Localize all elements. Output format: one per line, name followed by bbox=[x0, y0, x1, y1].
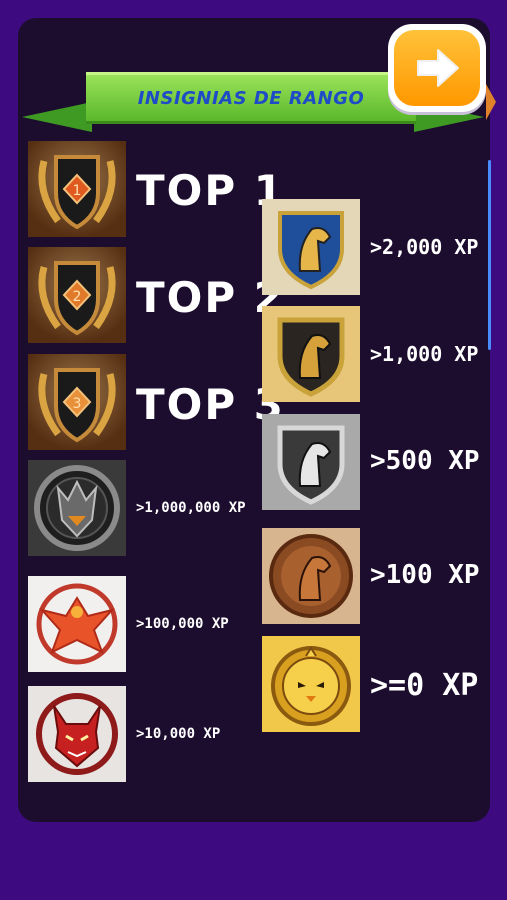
rank-label-1000000-xp: >1,000,000 XP bbox=[136, 500, 246, 516]
gold-horse-shield-icon bbox=[262, 306, 360, 402]
badge-1000000-xp bbox=[28, 460, 126, 556]
badge-2000-xp bbox=[262, 199, 360, 295]
rank-label-10000-xp: >10,000 XP bbox=[136, 726, 221, 742]
arrow-right-icon bbox=[417, 49, 459, 87]
badge-10000-xp bbox=[28, 686, 126, 782]
blue-horse-shield-icon bbox=[262, 199, 360, 295]
rank-label-100-xp: >100 XP bbox=[370, 560, 480, 590]
rank-label-100000-xp: >100,000 XP bbox=[136, 616, 229, 632]
phoenix-icon bbox=[28, 576, 126, 672]
rank-label-2000-xp: >2,000 XP bbox=[370, 235, 479, 259]
silver-horse-shield-icon bbox=[262, 414, 360, 510]
next-button-face[interactable] bbox=[394, 30, 480, 106]
scroll-indicator[interactable] bbox=[488, 160, 491, 350]
rank-label-1000-xp: >1,000 XP bbox=[370, 342, 479, 366]
page-title: INSIGNIAS DE RANGO bbox=[137, 87, 365, 109]
svg-text:2: 2 bbox=[73, 289, 82, 305]
gold-shield-laurel-icon: 3 bbox=[28, 354, 126, 450]
steel-dragon-icon bbox=[28, 460, 126, 556]
gold-shield-laurel-icon: 2 bbox=[28, 247, 126, 343]
badge-100000-xp bbox=[28, 576, 126, 672]
badge-top-3: 3 bbox=[28, 354, 126, 450]
svg-text:1: 1 bbox=[73, 183, 82, 199]
badge-100-xp bbox=[262, 528, 360, 624]
rank-label-0-xp: >=0 XP bbox=[370, 668, 479, 703]
edge-tab bbox=[486, 84, 496, 120]
badge-top-1: 1 bbox=[28, 141, 126, 237]
badge-1000-xp bbox=[262, 306, 360, 402]
yellow-bird-icon bbox=[262, 636, 360, 732]
badge-top-2: 2 bbox=[28, 247, 126, 343]
next-button[interactable] bbox=[388, 24, 486, 112]
badge-0-xp bbox=[262, 636, 360, 732]
svg-text:3: 3 bbox=[73, 396, 82, 412]
badge-500-xp bbox=[262, 414, 360, 510]
gold-shield-laurel-icon: 1 bbox=[28, 141, 126, 237]
title-banner: INSIGNIAS DE RANGO bbox=[86, 72, 416, 124]
rank-label-500-xp: >500 XP bbox=[370, 446, 480, 476]
red-demon-icon bbox=[28, 686, 126, 782]
bronze-horse-icon bbox=[262, 528, 360, 624]
